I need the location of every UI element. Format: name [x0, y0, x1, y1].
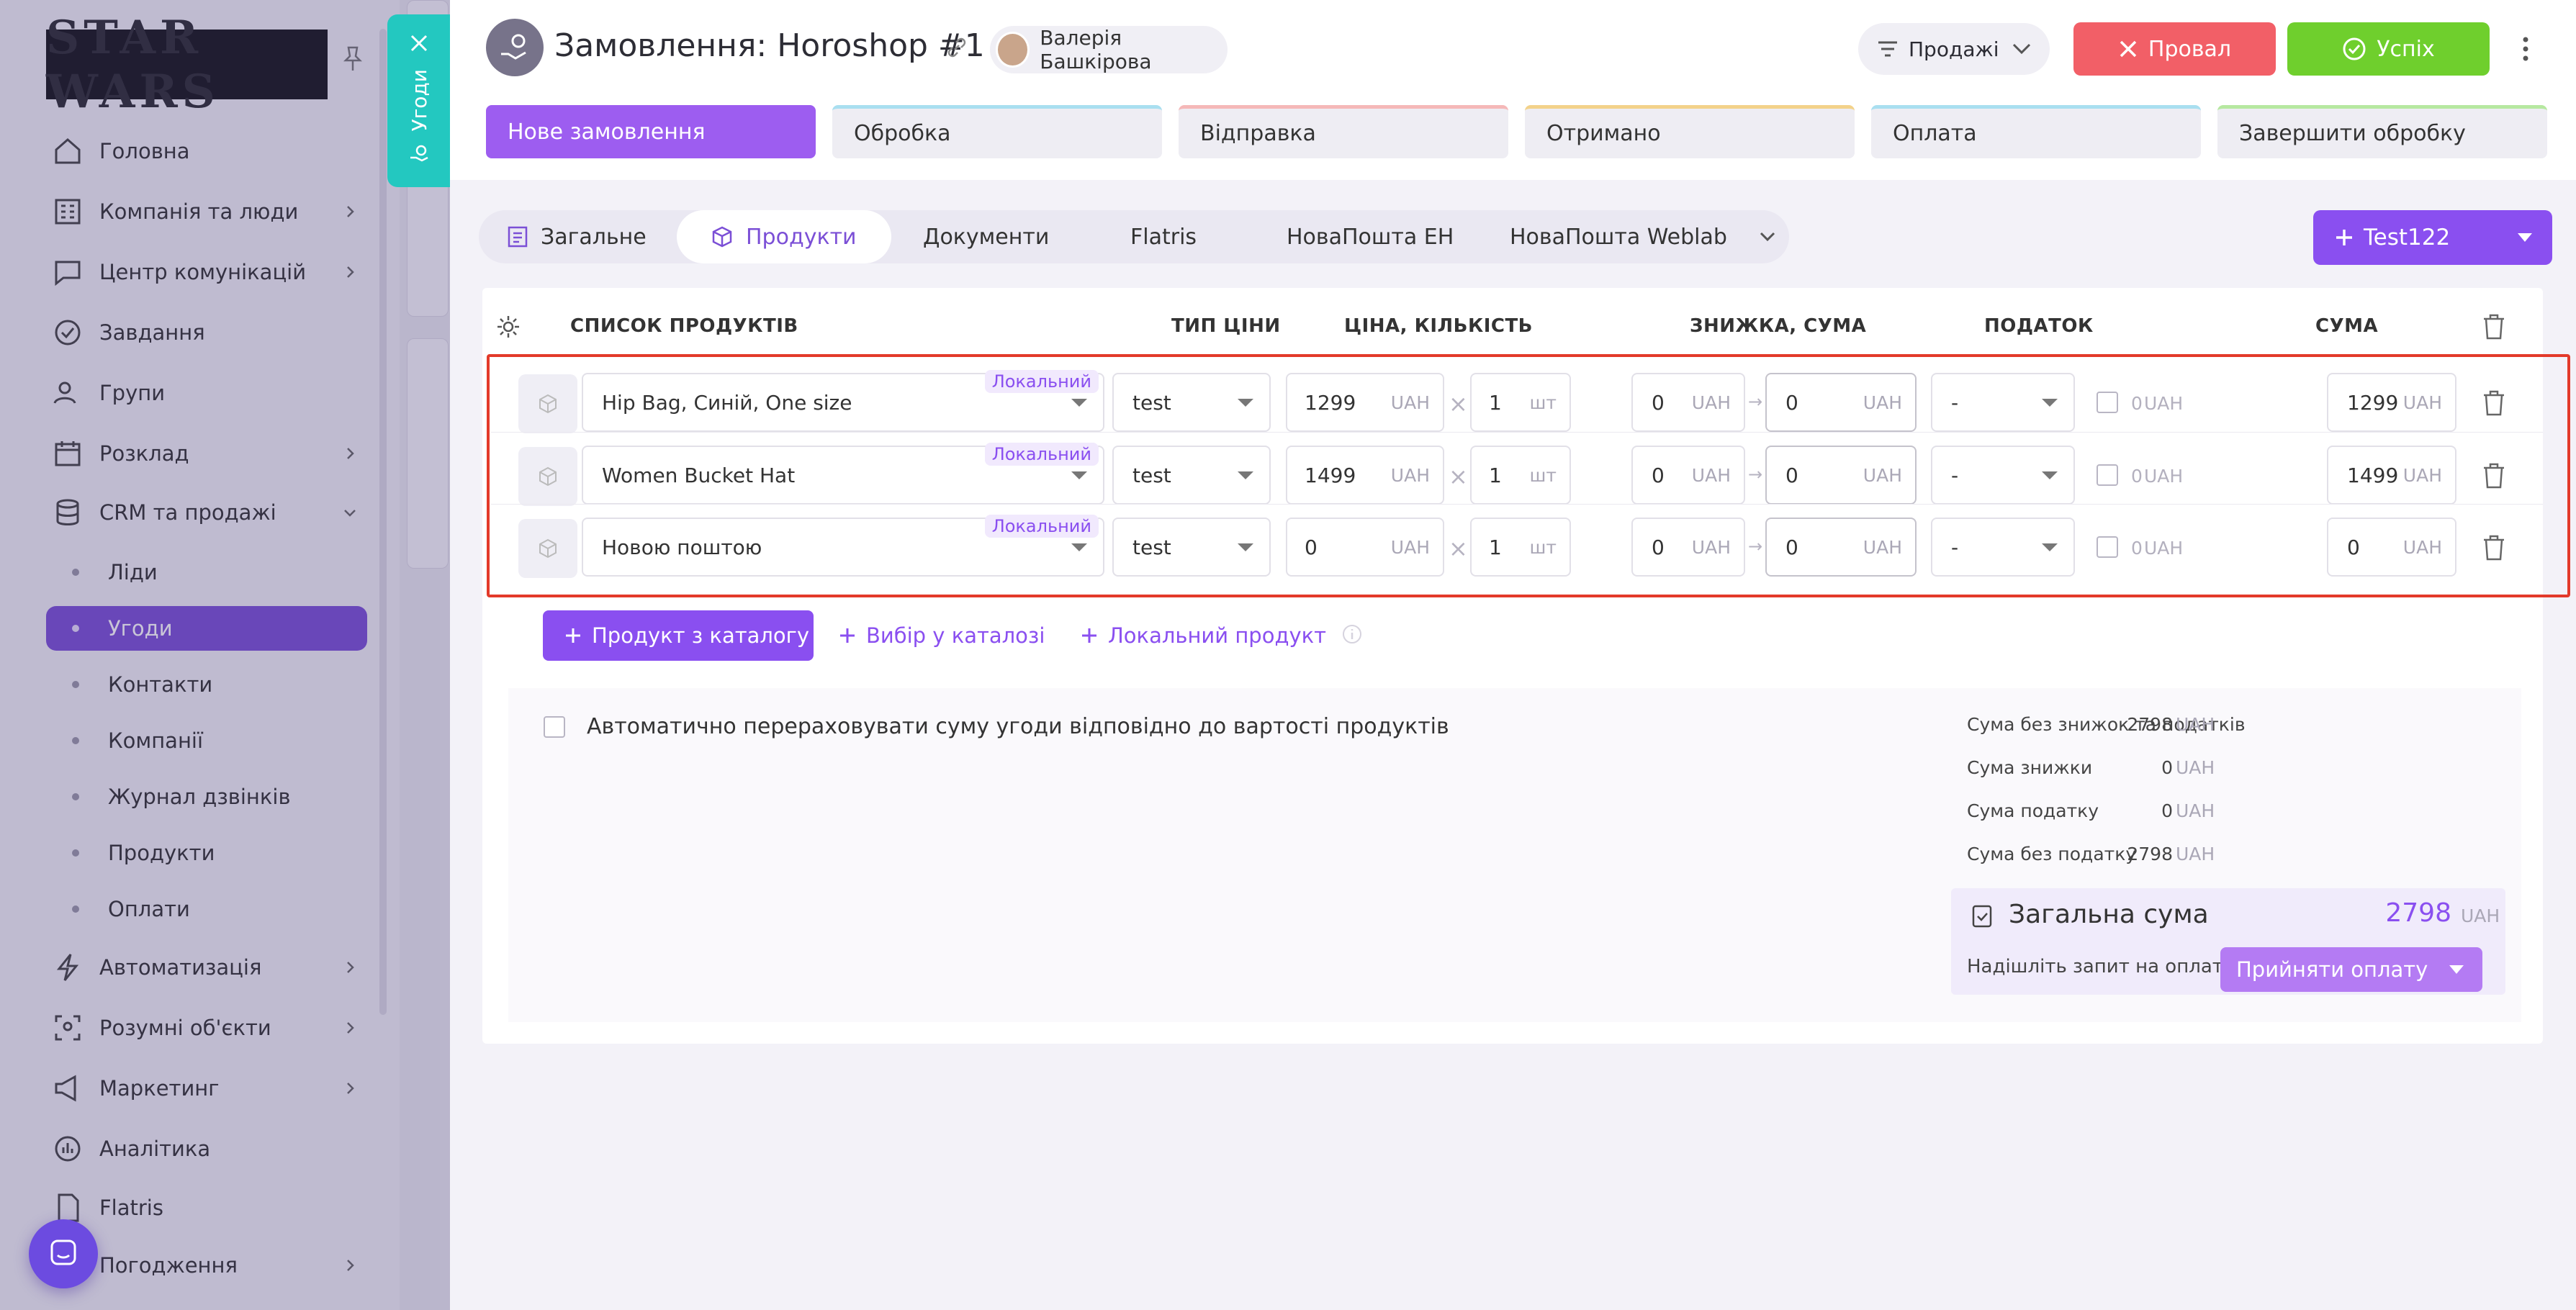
- tab-label: Flatris: [1130, 224, 1197, 250]
- deal-header: Замовлення: Horoshop #1 Валерія Башкіров…: [450, 0, 2576, 180]
- accept-payment-button[interactable]: Прийняти оплату: [2220, 947, 2482, 992]
- plus-icon: [1081, 627, 1098, 644]
- tax-total-label: Сума податку: [1967, 800, 2099, 821]
- stage-label: Нове замовлення: [508, 119, 706, 145]
- add-local-product-link[interactable]: Локальний продукт: [1081, 610, 1326, 661]
- tab-documents[interactable]: Документи: [923, 210, 1049, 263]
- stage-label: Обробка: [854, 121, 951, 146]
- list-icon: [508, 226, 528, 248]
- column-header-sum: СУМА: [2315, 315, 2379, 337]
- stage-shipping[interactable]: Відправка: [1179, 105, 1508, 158]
- success-label: Успіх: [2377, 36, 2435, 62]
- settings-gear-icon[interactable]: [494, 312, 523, 341]
- pipeline-select[interactable]: Продажі: [1858, 23, 2050, 75]
- tab-label: Документи: [923, 224, 1050, 250]
- info-icon[interactable]: [1340, 622, 1364, 646]
- tax-total-value: 0: [2161, 800, 2173, 821]
- currency-label: UAH: [2176, 714, 2215, 735]
- total-label: Загальна сума: [2009, 900, 2209, 929]
- auto-recalc-label: Автоматично перераховувати суму угоди ві…: [587, 714, 1449, 739]
- deals-tab-label: Угоди: [407, 69, 431, 132]
- sum-without-tax-value: 2798: [2127, 844, 2173, 864]
- chat-launcher-button[interactable]: [29, 1219, 98, 1288]
- discount-total-value: 0: [2161, 757, 2173, 778]
- column-header-price-type: ТИП ЦІНИ: [1171, 315, 1281, 337]
- payment-request-label: Надішліть запит на оплату: [1967, 956, 2235, 977]
- stage-payment[interactable]: Оплата: [1871, 105, 2201, 158]
- tab-label: Загальне: [541, 224, 647, 250]
- success-button[interactable]: Успіх: [2287, 22, 2490, 76]
- button-label: Test122: [2364, 225, 2451, 250]
- deal-panel: Замовлення: Horoshop #1 Валерія Башкіров…: [450, 0, 2576, 1310]
- test122-button[interactable]: Test122: [2313, 210, 2552, 265]
- tab-bar: Загальне Продукти Документи Flatris Нова…: [479, 210, 1789, 263]
- avatar: [996, 32, 1030, 68]
- tab-label: НоваПошта Weblab: [1510, 224, 1727, 250]
- tab-novaposhta-en[interactable]: НоваПошта ЕН: [1287, 210, 1454, 263]
- chat-bubble-icon: [50, 1239, 76, 1265]
- stage-finish[interactable]: Завершити обробку: [2217, 105, 2547, 158]
- tab-products[interactable]: Продукти: [677, 210, 891, 263]
- button-label: Продукт з каталогу: [592, 623, 810, 648]
- receipt-icon: [1970, 903, 1994, 930]
- tab-novaposhta-weblab[interactable]: НоваПошта Weblab: [1510, 210, 1727, 263]
- column-header-discount: ЗНИЖКА, СУМА: [1690, 315, 1867, 337]
- column-header-price-qty: ЦІНА, КІЛЬКІСТЬ: [1344, 315, 1534, 337]
- page-title: Замовлення: Horoshop #1: [554, 27, 985, 64]
- more-vertical-icon[interactable]: [2515, 33, 2536, 65]
- user-name: Валерія Башкірова: [1040, 26, 1152, 73]
- stage-processing[interactable]: Обробка: [832, 105, 1162, 158]
- stage-label: Оплата: [1893, 121, 1977, 146]
- stage-received[interactable]: Отримано: [1525, 105, 1855, 158]
- deal-type-icon: [486, 19, 544, 76]
- column-header-tax: ПОДАТОК: [1984, 315, 2094, 337]
- plus-icon: [839, 627, 856, 644]
- link-label: Локальний продукт: [1108, 623, 1327, 648]
- chevron-down-icon[interactable]: [1753, 210, 1782, 263]
- delete-all-trash-icon[interactable]: [2480, 311, 2508, 343]
- column-header-products: СПИСОК ПРОДУКТІВ: [570, 315, 798, 337]
- currency-label: UAH: [2176, 800, 2215, 821]
- link-label: Вибір у каталозі: [866, 623, 1045, 648]
- close-icon: [2118, 39, 2138, 59]
- stage-label: Отримано: [1546, 121, 1661, 146]
- stage-label: Відправка: [1200, 121, 1316, 146]
- discount-total-label: Сума знижки: [1967, 757, 2093, 778]
- plus-icon: [564, 627, 582, 644]
- link-icon[interactable]: [944, 35, 970, 60]
- tab-label: НоваПошта ЕН: [1287, 224, 1454, 250]
- fail-button[interactable]: Провал: [2073, 22, 2276, 76]
- pick-in-catalog-link[interactable]: Вибір у каталозі: [839, 610, 1045, 661]
- check-circle-icon: [2342, 37, 2366, 61]
- stage-new-order[interactable]: Нове замовлення: [486, 105, 816, 158]
- fail-label: Провал: [2148, 36, 2232, 62]
- filter-lines-icon: [1877, 40, 1899, 58]
- hand-coin-icon: [406, 141, 432, 167]
- tab-general[interactable]: Загальне: [508, 210, 647, 263]
- total-value: 2798: [2385, 898, 2451, 928]
- caret-down-icon[interactable]: [2449, 965, 2464, 974]
- highlight-outline: [487, 354, 2570, 597]
- currency-label: UAH: [2461, 905, 2500, 926]
- pipeline-label: Продажі: [1909, 37, 1999, 61]
- stage-label: Завершити обробку: [2239, 121, 2466, 146]
- subtotal-value: 2798: [2127, 714, 2173, 735]
- chevron-down-icon: [2012, 43, 2031, 55]
- auto-recalc-checkbox[interactable]: [544, 716, 565, 738]
- currency-label: UAH: [2176, 844, 2215, 864]
- currency-label: UAH: [2176, 757, 2215, 778]
- cube-icon: [711, 226, 733, 248]
- tab-flatris[interactable]: Flatris: [1130, 210, 1197, 263]
- add-from-catalog-button[interactable]: Продукт з каталогу: [543, 610, 814, 661]
- button-label: Прийняти оплату: [2236, 957, 2428, 982]
- caret-down-icon[interactable]: [2518, 233, 2532, 242]
- deals-side-tab[interactable]: Угоди: [387, 14, 451, 187]
- plus-icon: [2335, 228, 2354, 247]
- responsible-user-chip[interactable]: Валерія Башкірова: [990, 26, 1228, 73]
- tab-label: Продукти: [746, 224, 857, 250]
- close-icon[interactable]: [406, 30, 432, 56]
- modal-overlay[interactable]: [0, 0, 450, 1310]
